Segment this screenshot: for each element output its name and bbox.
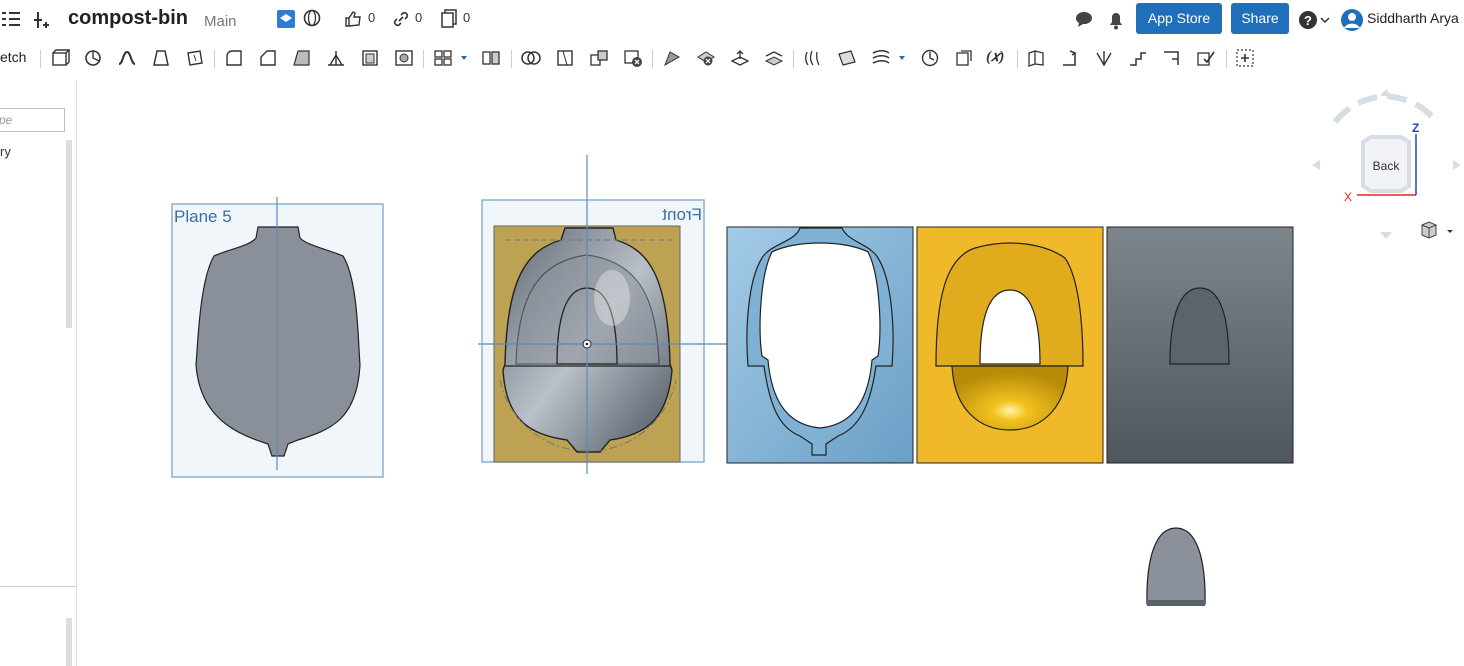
rotate-down-icon[interactable] [1380,232,1392,239]
plane-5-label: Plane 5 [174,207,232,226]
boolean-icon[interactable] [521,49,541,67]
revolve-icon[interactable] [83,49,103,67]
panel-divider [0,586,76,587]
delete-part-icon[interactable] [623,49,643,67]
blue-part[interactable] [726,226,914,464]
toolbar-divider [40,50,41,68]
delete-face-icon[interactable] [696,49,716,67]
top-bar: compost-bin Main 0 0 0 App Store Share ?… [0,0,1464,38]
move-face-icon[interactable] [730,49,750,67]
rotate-left-icon[interactable] [1312,160,1320,170]
feature-toolbar: etch (𝑥) [0,40,1464,76]
learning-center-icon[interactable] [276,9,296,29]
axis-x-label: X [1344,190,1352,204]
copy-icon[interactable] [440,9,458,29]
toolbar-divider [1226,50,1227,68]
notifications-icon[interactable] [1107,10,1125,30]
draft-icon[interactable] [292,49,312,67]
extrude-icon[interactable] [50,49,70,67]
model-view[interactable]: Plane 5 Front [77,80,1464,666]
thicken-icon[interactable] [185,49,205,67]
finish-sheet-metal-icon[interactable] [1196,49,1216,67]
copies-count: 0 [463,10,471,25]
help-icon[interactable]: ? [1298,10,1332,30]
branch-label[interactable]: Main [204,13,237,30]
transform-icon[interactable] [589,49,609,67]
split-icon[interactable] [555,49,575,67]
toolbar-divider [423,50,424,68]
toolbar-divider [1017,50,1018,68]
feature-list-icon[interactable] [0,10,22,28]
rotate-up-icon[interactable] [1380,89,1392,96]
lid-part[interactable] [1146,527,1206,606]
toolbar-divider [511,50,512,68]
grey-part[interactable] [1106,226,1294,464]
feature-panel: pe ry [0,80,77,666]
toolbar-divider [214,50,215,68]
sheet-metal-icon[interactable] [1026,49,1046,67]
variable-icon[interactable]: (𝑥) [986,48,1012,66]
history-label[interactable]: ry [0,144,11,159]
links-count: 0 [415,10,423,25]
sweep-icon[interactable] [117,49,137,67]
filter-placeholder: pe [0,113,13,127]
add-custom-feature-icon[interactable] [1235,49,1255,67]
comments-icon[interactable] [1074,10,1096,28]
rib-icon[interactable] [326,49,346,67]
graphics-area[interactable]: Plane 5 Front Back Z X [77,80,1464,666]
plane-icon[interactable] [837,49,857,67]
gold-part[interactable] [916,226,1104,464]
avatar[interactable] [1340,8,1364,32]
replace-face-icon[interactable] [764,49,784,67]
svg-text:?: ? [1304,13,1312,28]
likes-count: 0 [368,10,376,25]
hem-icon[interactable] [1094,49,1114,67]
measure-icon[interactable] [954,49,974,67]
insert-icon[interactable] [32,10,52,30]
display-mode-icon[interactable] [1420,221,1456,241]
jog-icon[interactable] [1128,49,1148,67]
panel-scrollbar-lower[interactable] [66,618,72,666]
user-name[interactable]: Siddharth Arya [1367,10,1459,26]
app-store-button[interactable]: App Store [1136,3,1222,34]
mate-connector-icon[interactable] [920,49,940,67]
flange-icon[interactable] [1060,49,1080,67]
shell-icon[interactable] [360,49,380,67]
toolbar-divider [652,50,653,68]
link-icon[interactable] [392,10,410,28]
modify-fillet-icon[interactable] [662,49,682,67]
rotate-right-icon[interactable] [1453,160,1460,170]
sketch-tool-label[interactable]: etch [0,49,26,65]
view-cube-face[interactable]: Back [1373,159,1401,173]
helix-icon[interactable] [871,49,907,67]
chamfer-icon[interactable] [258,49,278,67]
share-button[interactable]: Share [1231,3,1289,34]
toolbar-divider [793,50,794,68]
bend-relief-icon[interactable] [1162,49,1182,67]
like-icon[interactable] [343,9,363,29]
filter-input[interactable]: pe [0,108,65,132]
panel-scrollbar[interactable] [66,140,72,328]
axis-z-label: Z [1412,121,1419,135]
mirror-icon[interactable] [481,49,501,67]
front-plane-label: Front [662,205,702,224]
document-title[interactable]: compost-bin [68,7,188,30]
pattern-icon[interactable] [433,49,469,67]
hole-icon[interactable] [394,49,414,67]
loft-icon[interactable] [151,49,171,67]
offset-surface-icon[interactable] [803,49,823,67]
globe-icon[interactable] [303,9,321,27]
fillet-icon[interactable] [224,49,244,67]
plane-5-sketch[interactable] [171,197,384,478]
